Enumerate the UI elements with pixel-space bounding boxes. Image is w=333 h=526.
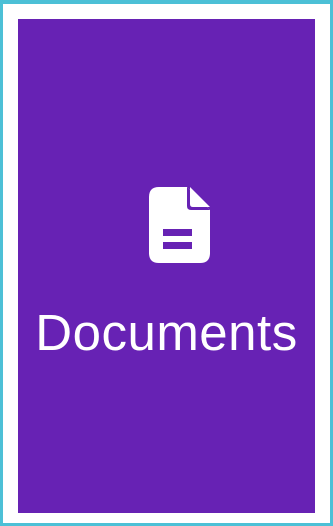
tile-title: Documents: [35, 304, 298, 361]
documents-tile[interactable]: Documents: [18, 19, 315, 513]
document-icon: [149, 187, 210, 263]
